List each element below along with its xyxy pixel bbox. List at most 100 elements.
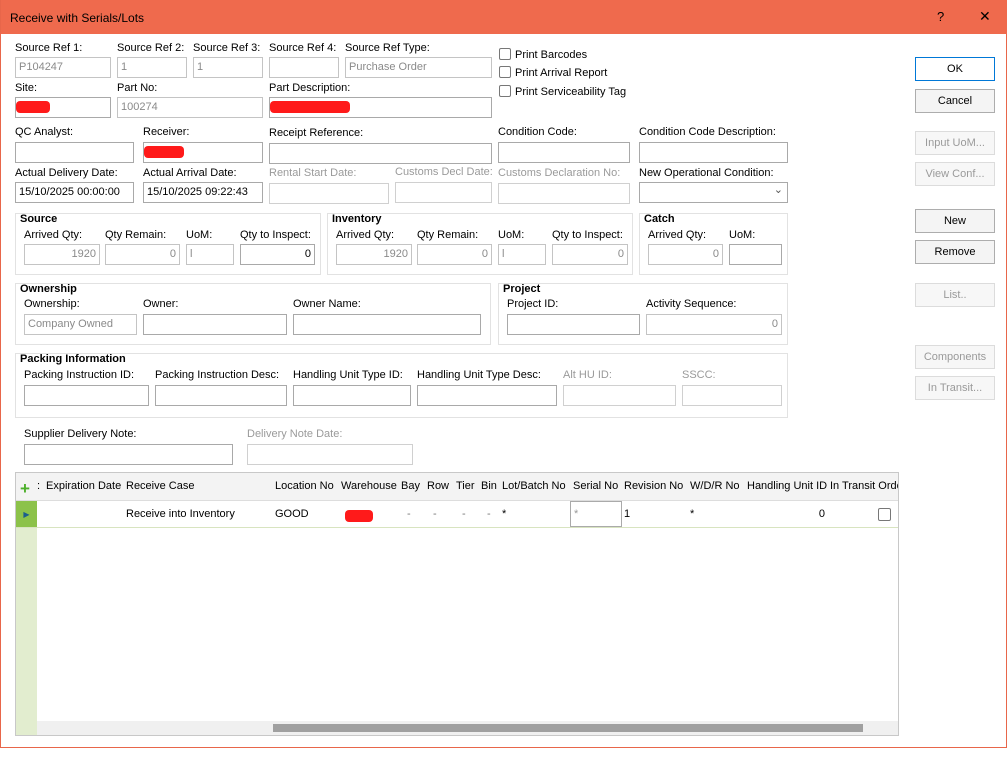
column-header-0[interactable]: : xyxy=(37,480,40,492)
checkbox-box[interactable] xyxy=(499,85,511,97)
cell-tier[interactable]: - xyxy=(462,508,466,520)
rental-input xyxy=(269,183,389,204)
warehouse-redacted xyxy=(345,510,373,522)
table-row[interactable]: Receive into Inventory GOOD - - - - * * 1 * 0 xyxy=(16,501,898,528)
column-header-11[interactable]: Revision No xyxy=(624,480,683,492)
close-button[interactable]: ✕ xyxy=(979,8,991,25)
receiptref-input[interactable] xyxy=(269,143,492,164)
window-title: Receive with Serials/Lots xyxy=(10,11,145,25)
column-header-4[interactable]: Warehouse xyxy=(341,480,397,492)
newopcond-dropdown[interactable] xyxy=(639,182,788,203)
in-transit-button: In Transit... xyxy=(915,376,995,400)
checkbox-print-barcodes[interactable]: Print Barcodes xyxy=(499,48,587,61)
cancel-button[interactable]: Cancel xyxy=(915,89,995,113)
srctype-label: Source Ref Type: xyxy=(345,42,430,54)
column-header-9[interactable]: Lot/Batch No xyxy=(502,480,566,492)
src1-label: Source Ref 1: xyxy=(15,42,83,54)
c_uom-input[interactable] xyxy=(729,244,782,265)
column-header-14[interactable]: In Transit Orde xyxy=(830,480,898,492)
o_name-input[interactable] xyxy=(293,314,481,335)
d_note-input[interactable] xyxy=(24,444,233,465)
ownership-group-title: Ownership xyxy=(20,283,77,295)
cell-handling-unit-id[interactable]: 0 xyxy=(747,508,825,520)
cell-bay[interactable]: - xyxy=(407,508,411,520)
o_own-label: Ownership: xyxy=(24,298,80,310)
checkbox-box[interactable] xyxy=(499,48,511,60)
column-header-10[interactable]: Serial No xyxy=(573,480,618,492)
site-input[interactable] xyxy=(15,97,111,118)
source-group-title: Source xyxy=(20,213,58,225)
k_hdesc-label: Handling Unit Type Desc: xyxy=(417,369,541,381)
c_arr-label: Arrived Qty: xyxy=(648,229,707,241)
partdesc-input[interactable] xyxy=(269,97,492,118)
k_pdesc-input[interactable] xyxy=(155,385,287,406)
receiver-input[interactable] xyxy=(143,142,263,163)
k_hdesc-input[interactable] xyxy=(417,385,557,406)
s_uom-label: UoM: xyxy=(186,229,213,241)
column-header-8[interactable]: Bin xyxy=(481,480,497,492)
deldate-input[interactable]: 15/10/2025 00:00:00 xyxy=(15,182,134,203)
partno-input: 100274 xyxy=(117,97,263,118)
p_id-input[interactable] xyxy=(507,314,640,335)
horizontal-scrollbar[interactable] xyxy=(37,721,898,735)
scrollbar-thumb[interactable] xyxy=(273,724,863,732)
column-header-3[interactable]: Location No xyxy=(275,480,334,492)
s_arr-input: 1920 xyxy=(24,244,100,265)
add-row-icon[interactable]: + xyxy=(20,479,30,499)
k_hid-input[interactable] xyxy=(293,385,411,406)
conddesc-input[interactable] xyxy=(639,142,788,163)
src4-label: Source Ref 4: xyxy=(269,42,337,54)
i_insp-label: Qty to Inspect: xyxy=(552,229,623,241)
customsdate-input xyxy=(395,182,492,203)
src3-input: 1 xyxy=(193,57,263,78)
checkbox-print-arrival-report[interactable]: Print Arrival Report xyxy=(499,66,607,79)
s_insp-label: Qty to Inspect: xyxy=(240,229,311,241)
cell-bin[interactable]: - xyxy=(487,508,491,520)
checkbox-print-serviceability-tag[interactable]: Print Serviceability Tag xyxy=(499,85,626,98)
column-header-12[interactable]: W/D/R No xyxy=(690,480,740,492)
help-button[interactable]: ? xyxy=(937,9,944,24)
qc-input[interactable] xyxy=(15,142,134,163)
ok-button[interactable]: OK xyxy=(915,57,995,81)
k_pid-input[interactable] xyxy=(24,385,149,406)
o_owner-input[interactable] xyxy=(143,314,287,335)
src1-input: P104247 xyxy=(15,57,111,78)
new-button[interactable]: New xyxy=(915,209,995,233)
customsno-label: Customs Declaration No: xyxy=(498,167,621,179)
cell-serial-no[interactable]: * xyxy=(570,501,622,527)
condcode-input[interactable] xyxy=(498,142,630,163)
column-header-7[interactable]: Tier xyxy=(456,480,475,492)
cell-receive-case[interactable]: Receive into Inventory xyxy=(126,508,235,520)
c_arr-input: 0 xyxy=(648,244,723,265)
column-header-2[interactable]: Receive Case xyxy=(126,480,194,492)
rental-label: Rental Start Date: xyxy=(269,167,357,179)
remove-button[interactable]: Remove xyxy=(915,240,995,264)
column-header-5[interactable]: Bay xyxy=(401,480,420,492)
cell-lot-batch-no[interactable]: * xyxy=(502,508,506,520)
cell-revision-no[interactable]: 1 xyxy=(624,508,630,520)
in-transit-checkbox[interactable] xyxy=(878,508,891,521)
checkbox-box[interactable] xyxy=(499,66,511,78)
customsno-input xyxy=(498,183,630,204)
column-header-6[interactable]: Row xyxy=(427,480,449,492)
cell-w-d-r-no[interactable]: * xyxy=(690,508,694,520)
k_alt-input xyxy=(563,385,676,406)
column-header-13[interactable]: Handling Unit ID xyxy=(747,480,827,492)
conddesc-label: Condition Code Description: xyxy=(639,126,776,138)
src3-label: Source Ref 3: xyxy=(193,42,261,54)
k_hid-label: Handling Unit Type ID: xyxy=(293,369,403,381)
i_insp-input: 0 xyxy=(552,244,628,265)
d_note-label: Supplier Delivery Note: xyxy=(24,428,137,440)
arrdate-input[interactable]: 15/10/2025 09:22:43 xyxy=(143,182,263,203)
column-header-1[interactable]: Expiration Date xyxy=(46,480,121,492)
k_sscc-input xyxy=(682,385,782,406)
s_uom-input: l xyxy=(186,244,234,265)
title-bar: Receive with Serials/Lots ? ✕ xyxy=(1,0,1007,34)
redaction-mark xyxy=(270,101,350,113)
s_insp-input[interactable]: 0 xyxy=(240,244,315,265)
cell-row[interactable]: - xyxy=(433,508,437,520)
redaction-mark xyxy=(144,146,184,158)
arrdate-label: Actual Arrival Date: xyxy=(143,167,237,179)
cell-location-no[interactable]: GOOD xyxy=(275,508,309,520)
partdesc-label: Part Description: xyxy=(269,82,351,94)
